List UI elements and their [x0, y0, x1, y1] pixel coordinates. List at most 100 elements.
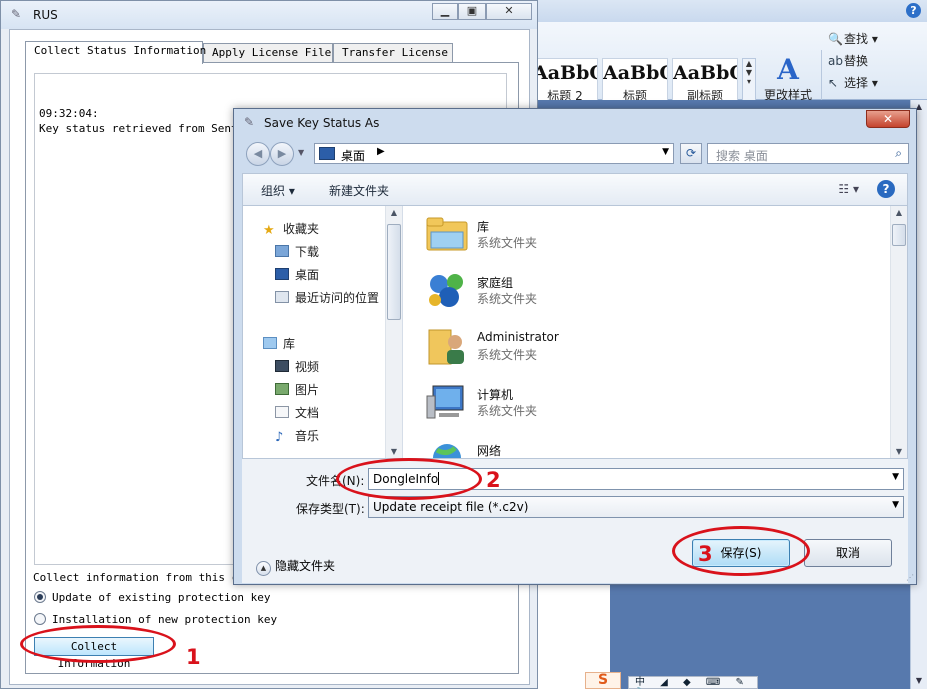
desktop-icon	[275, 268, 289, 280]
item-type: 系统文件夹	[477, 292, 538, 306]
change-styles-button[interactable]: A 更改样式	[760, 54, 816, 103]
refresh-icon[interactable]: ⟳	[680, 143, 702, 164]
style-sample: AaBbC	[533, 62, 597, 84]
nav-label: 桌面	[295, 268, 320, 282]
breadcrumb-arrow-icon[interactable]: ▶	[377, 146, 385, 157]
nav-favorites[interactable]: ★ 收藏夹	[263, 220, 320, 238]
change-styles-icon: A	[777, 53, 799, 86]
nav-label: 库	[283, 337, 296, 351]
list-item[interactable]: 家庭组 系统文件夹	[425, 268, 725, 320]
address-dropdown-icon[interactable]: ▼	[662, 147, 669, 157]
file-list-scrollbar[interactable]: ▲ ▼	[890, 206, 907, 458]
nav-label: 下载	[295, 245, 320, 259]
radio-install-new[interactable]: Installation of new protection key	[34, 613, 277, 626]
forward-button[interactable]: ▶	[270, 142, 294, 166]
nav-label: 图片	[295, 383, 320, 397]
annotation-number-1: 1	[186, 645, 201, 669]
nav-desktop[interactable]: 桌面	[275, 266, 319, 283]
select-label: 选择 ▾	[844, 76, 878, 90]
resize-grip-icon[interactable]: ⋰	[906, 573, 914, 582]
address-location[interactable]: 桌面	[341, 147, 365, 164]
scroll-thumb[interactable]	[892, 224, 906, 246]
word-titlebar: ?	[500, 0, 927, 22]
app-icon: ✎	[11, 7, 22, 21]
nav-scrollbar[interactable]: ▲ ▼	[385, 206, 402, 458]
nav-libraries[interactable]: 库	[263, 335, 295, 352]
help-icon[interactable]: ?	[877, 180, 895, 198]
scroll-down-icon[interactable]: ▼	[386, 447, 402, 456]
list-item[interactable]: Administrator 系统文件夹	[425, 324, 725, 376]
close-button[interactable]: ✕	[486, 3, 532, 20]
filetype-select[interactable]: Update receipt file (*.c2v) ▼	[368, 496, 904, 518]
replace-icon: ab	[828, 54, 843, 68]
back-button[interactable]: ◀	[246, 142, 270, 166]
cancel-button[interactable]: 取消	[804, 539, 892, 567]
address-bar[interactable]: 桌面 ▶ ▼	[314, 143, 674, 164]
video-icon	[275, 360, 289, 372]
pictures-icon	[275, 383, 289, 395]
rus-titlebar[interactable]: ✎ RUS ▁ ▣ ✕	[1, 1, 537, 29]
list-item[interactable]: 网络	[425, 436, 725, 458]
collect-info-label: Collect information from this comp	[33, 571, 259, 584]
filetype-dropdown-icon[interactable]: ▼	[892, 500, 899, 510]
nav-pictures[interactable]: 图片	[275, 381, 319, 398]
navigation-row: ◀ ▶ ▼ 桌面 ▶ ▼ ⟳ 搜索 桌面 ⌕	[242, 141, 910, 167]
hide-folders-button[interactable]: ▲ 隐藏文件夹	[256, 557, 335, 576]
item-type: 系统文件夹	[477, 404, 538, 418]
item-type: 系统文件夹	[477, 348, 538, 362]
tab-apply-license[interactable]: Apply License File	[203, 43, 333, 63]
filename-dropdown-icon[interactable]: ▼	[892, 472, 899, 482]
radio-update-existing[interactable]: Update of existing protection key	[34, 591, 271, 604]
dialog-title: Save Key Status As	[264, 116, 380, 130]
nav-recent-places[interactable]: 最近访问的位置	[275, 289, 379, 306]
search-input[interactable]: 搜索 桌面 ⌕	[707, 143, 909, 164]
nav-label: 最近访问的位置	[295, 291, 380, 305]
organize-button[interactable]: 组织 ▾	[261, 182, 295, 199]
nav-label: 收藏夹	[283, 222, 320, 236]
scroll-down-icon[interactable]: ▼	[911, 676, 927, 685]
scroll-thumb[interactable]	[387, 224, 401, 320]
change-view-icon[interactable]: ☷ ▾	[838, 182, 859, 196]
tab-collect-status[interactable]: Collect Status Information	[25, 41, 206, 64]
annotation-number-2: 2	[486, 468, 501, 492]
dialog-toolbar: 组织 ▾ 新建文件夹 ☷ ▾ ?	[242, 173, 908, 205]
scroll-up-icon[interactable]: ▲	[386, 208, 402, 217]
dialog-close-button[interactable]: ✕	[866, 110, 910, 128]
minimize-button[interactable]: ▁	[432, 3, 458, 20]
maximize-button[interactable]: ▣	[458, 3, 486, 20]
library-icon	[263, 337, 277, 349]
nav-videos[interactable]: 视频	[275, 358, 319, 375]
radio-selected-icon[interactable]	[34, 591, 46, 603]
radio-label: Update of existing protection key	[52, 591, 271, 604]
window-title: RUS	[33, 8, 58, 22]
radio-unselected-icon[interactable]	[34, 613, 46, 625]
new-folder-button[interactable]: 新建文件夹	[329, 182, 389, 199]
select-button[interactable]: ↖ 选择 ▾	[828, 74, 878, 91]
find-label: 查找 ▾	[844, 32, 878, 46]
scroll-up-icon[interactable]: ▲	[891, 208, 907, 217]
tab-transfer-license[interactable]: Transfer License	[333, 43, 453, 63]
scroll-down-icon[interactable]: ▼	[891, 447, 907, 456]
ime-icon[interactable]: S	[585, 672, 621, 689]
recent-places-icon	[275, 291, 289, 303]
word-help-icon[interactable]: ?	[906, 3, 921, 18]
nav-documents[interactable]: 文档	[275, 404, 319, 421]
recent-pages-icon[interactable]: ▼	[298, 148, 304, 157]
list-item[interactable]: 计算机 系统文件夹	[425, 380, 725, 432]
language-bar[interactable]: 中 ◢ ◆ ⌨ ✎ 🔧	[628, 676, 758, 689]
documents-icon	[275, 406, 289, 418]
dialog-titlebar[interactable]: ✎ Save Key Status As ✕	[234, 109, 916, 137]
search-placeholder: 搜索 桌面	[716, 149, 768, 163]
word-ribbon: AaBbC 标题 2 AaBbC 标题 AaBbC 副标题 ▲ ▼ ▾ A 更改样式…	[500, 22, 927, 116]
nav-music[interactable]: ♪ 音乐	[275, 427, 319, 445]
find-button[interactable]: 🔍查找 ▾	[828, 30, 878, 47]
style-sample: AaBbC	[673, 62, 737, 84]
annotation-number-3: 3	[698, 542, 713, 566]
radio-label: Installation of new protection key	[52, 613, 278, 626]
annotation-ring-3	[672, 526, 810, 576]
binoculars-icon: 🔍	[828, 32, 843, 46]
replace-button[interactable]: ab替换	[828, 52, 868, 69]
search-icon[interactable]: ⌕	[895, 146, 902, 161]
list-item[interactable]: 库 系统文件夹	[425, 212, 725, 264]
nav-downloads[interactable]: 下载	[275, 243, 319, 260]
